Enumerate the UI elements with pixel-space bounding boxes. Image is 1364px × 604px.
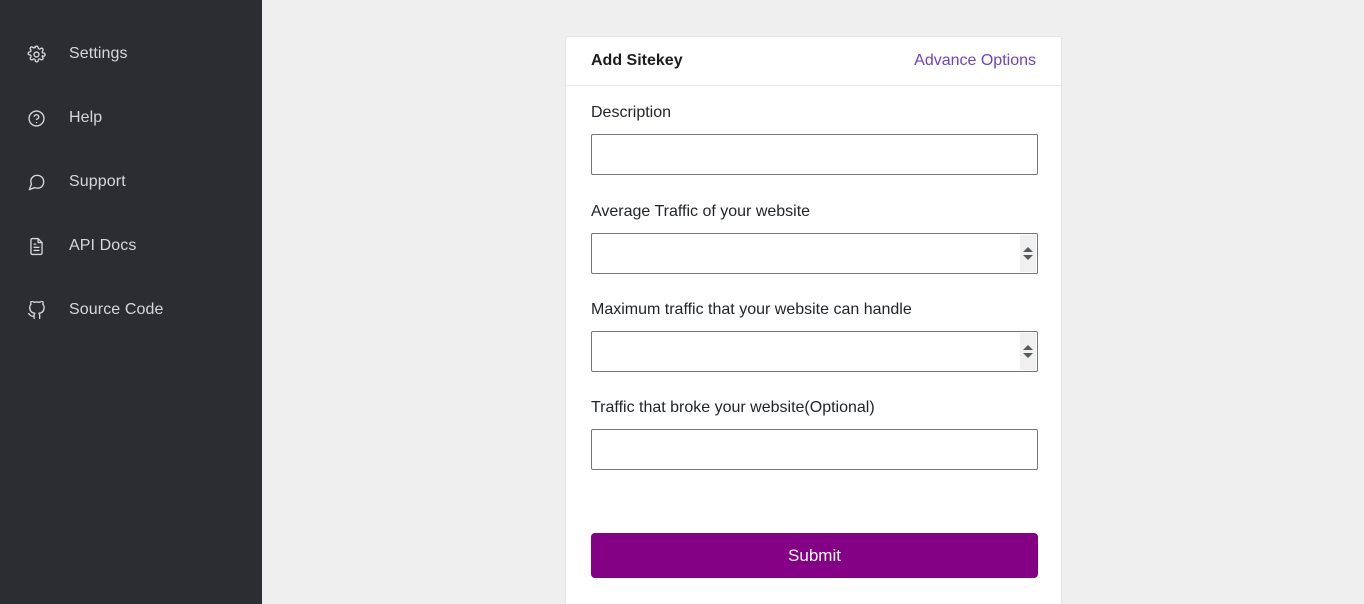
sidebar-nav-list: Site Keys Settings (0, 0, 262, 342)
app-root: Site Keys Settings (0, 0, 1364, 604)
sidebar-item-label: Support (69, 173, 126, 190)
sidebar: Site Keys Settings (0, 0, 262, 604)
field-label: Description (591, 104, 672, 121)
description-input[interactable] (591, 134, 1038, 175)
chat-bubble-icon (25, 171, 47, 193)
sidebar-item-label: Settings (69, 45, 128, 62)
sidebar-item-api-docs[interactable]: API Docs (0, 214, 262, 278)
average-traffic-input[interactable] (591, 233, 1038, 274)
gear-icon (25, 43, 47, 65)
card-body: Description Average Traffic of your webs… (566, 86, 1061, 604)
main-content: Add Sitekey Advance Options Description … (262, 0, 1364, 604)
stepper-up-icon[interactable] (1023, 345, 1033, 350)
card-header: Add Sitekey Advance Options (566, 37, 1061, 86)
field-average-traffic: Average Traffic of your website (591, 203, 1038, 274)
field-label: Average Traffic of your website (591, 203, 811, 220)
breaking-traffic-input[interactable] (591, 429, 1038, 470)
sidebar-item-source-code[interactable]: Source Code (0, 278, 262, 342)
field-description: Description (591, 104, 1038, 175)
stepper-up-icon[interactable] (1023, 247, 1033, 252)
sidebar-item-label: Help (69, 109, 103, 126)
add-sitekey-card: Add Sitekey Advance Options Description … (565, 36, 1062, 604)
stepper-down-icon[interactable] (1023, 353, 1033, 358)
number-stepper[interactable] (1020, 333, 1036, 370)
stepper-down-icon[interactable] (1023, 255, 1033, 260)
input-wrapper (591, 134, 1038, 175)
number-stepper[interactable] (1020, 235, 1036, 272)
sidebar-item-help[interactable]: Help (0, 86, 262, 150)
github-icon (25, 299, 47, 321)
sidebar-item-support[interactable]: Support (0, 150, 262, 214)
sidebar-item-settings[interactable]: Settings (0, 22, 262, 86)
input-wrapper (591, 233, 1038, 274)
maximum-traffic-input[interactable] (591, 331, 1038, 372)
page-title: Add Sitekey (591, 52, 683, 69)
document-icon (25, 235, 47, 257)
field-label: Traffic that broke your website(Optional… (591, 399, 875, 416)
sidebar-item-label: Source Code (69, 301, 164, 318)
sidebar-item-label: API Docs (69, 237, 137, 254)
key-icon (25, 0, 47, 1)
advance-options-link[interactable]: Advance Options (914, 53, 1036, 69)
sidebar-item-site-keys[interactable]: Site Keys (0, 0, 262, 22)
input-wrapper (591, 429, 1038, 470)
field-label: Maximum traffic that your website can ha… (591, 301, 912, 318)
input-wrapper (591, 331, 1038, 372)
field-breaking-traffic: Traffic that broke your website(Optional… (591, 399, 1038, 470)
field-maximum-traffic: Maximum traffic that your website can ha… (591, 301, 1038, 372)
submit-button[interactable]: Submit (591, 533, 1038, 578)
question-circle-icon (25, 107, 47, 129)
